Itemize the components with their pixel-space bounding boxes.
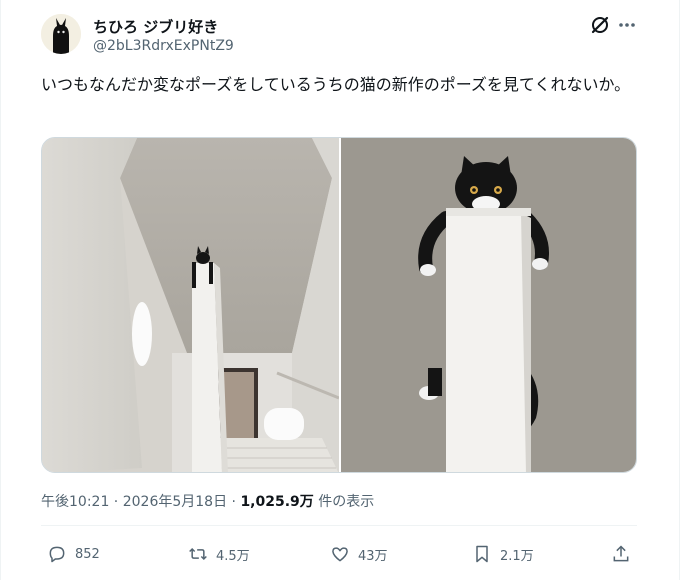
reply-button[interactable]: 852 [47, 543, 100, 565]
views-label: 件の表示 [313, 494, 375, 510]
tweet-meta: 午後10:21 · 2026年5月18日 · 1,025.9万 件の表示 [41, 491, 374, 511]
post-time[interactable]: 午後10:21 [41, 494, 109, 510]
bookmark-count: 2.1万 [500, 548, 534, 564]
avatar-image [41, 14, 81, 54]
meta-separator: · [227, 494, 241, 510]
bookmark-button[interactable]: 2.1万 [472, 543, 534, 565]
author-display-name[interactable]: ちひろ ジブリ好き [93, 16, 218, 37]
like-count: 43万 [358, 548, 388, 564]
media-grid [41, 137, 637, 473]
author-handle[interactable]: @2bL3RdrxExPNtZ9 [93, 38, 234, 54]
more-icon[interactable] [616, 14, 638, 36]
bookmark-icon [476, 545, 488, 563]
like-button[interactable]: 43万 [330, 543, 388, 565]
repost-icon [189, 547, 207, 561]
divider [41, 525, 637, 526]
repost-count: 4.5万 [216, 548, 250, 564]
post-date[interactable]: 2026年5月18日 [123, 494, 227, 510]
reply-icon [49, 546, 65, 563]
avatar[interactable] [41, 14, 81, 54]
photo-stairwell[interactable] [42, 138, 340, 472]
share-button[interactable] [611, 543, 639, 565]
like-icon [332, 547, 348, 562]
reply-count: 852 [75, 546, 100, 562]
share-icon [613, 545, 629, 562]
grok-icon[interactable] [589, 14, 611, 36]
tweet-text: いつもなんだか変なポーズをしているうちの猫の新作のポーズを見てくれないか。 [41, 75, 631, 94]
repost-button[interactable]: 4.5万 [188, 543, 250, 565]
tweet-card: ちひろ ジブリ好き @2bL3RdrxExPNtZ9 いつもなんだか変なポーズを… [0, 0, 680, 580]
photo-cat-closeup[interactable] [341, 138, 636, 472]
meta-separator: · [109, 494, 123, 510]
views-count: 1,025.9万 [240, 494, 314, 510]
